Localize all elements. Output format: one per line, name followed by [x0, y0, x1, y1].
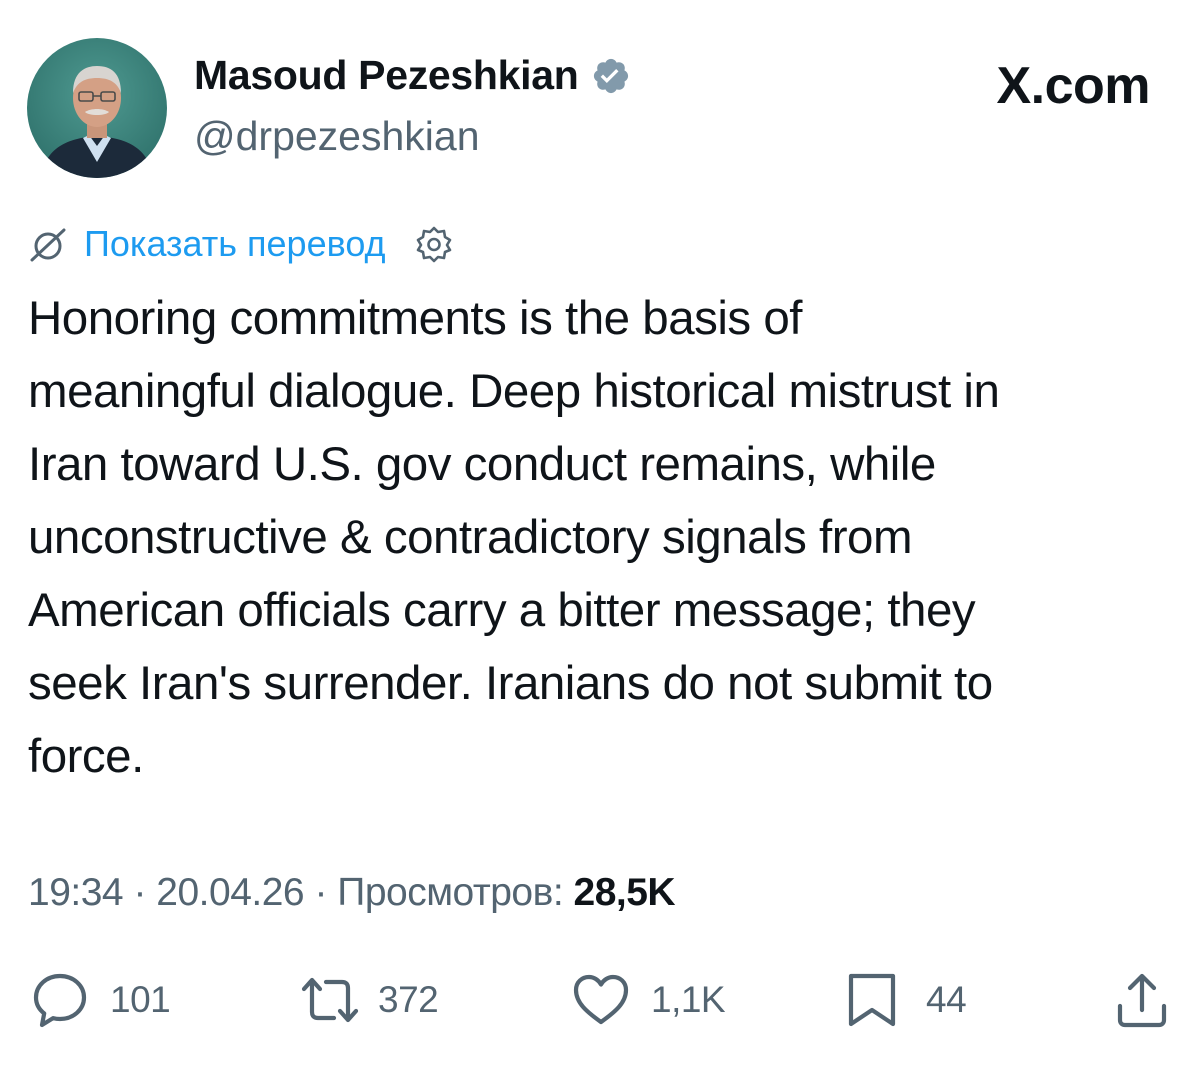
- repost-count: 372: [378, 979, 439, 1020]
- reply-button[interactable]: 101: [28, 965, 171, 1035]
- tweet-date[interactable]: 20.04.26: [156, 871, 304, 914]
- site-label: X.com: [996, 57, 1150, 115]
- translate-globe-slash-icon: [28, 224, 68, 264]
- reply-bubble-icon: [28, 968, 92, 1032]
- views-count: 28,5K: [573, 871, 676, 914]
- bookmark-button[interactable]: 44: [842, 965, 967, 1035]
- show-translation-link[interactable]: Показать перевод: [84, 223, 386, 265]
- verified-badge-icon: [591, 56, 631, 96]
- bookmark-count: 44: [926, 979, 967, 1020]
- repost-arrows-icon: [296, 968, 364, 1032]
- tweet-text-line: meaningful dialogue. Deep historical mis…: [28, 365, 1000, 418]
- reply-count: 101: [110, 979, 171, 1020]
- author-name-row[interactable]: Masoud Pezeshkian: [194, 52, 631, 99]
- meta-separator: ·: [314, 871, 327, 914]
- tweet-text-line: force.: [28, 730, 144, 783]
- like-button[interactable]: 1,1K: [569, 965, 726, 1035]
- tweet-text: Honoring commitments is the basis of mea…: [28, 282, 1178, 793]
- translate-row: Показать перевод: [28, 222, 454, 266]
- tweet-text-line: Iran toward U.S. gov conduct remains, wh…: [28, 438, 936, 491]
- tweet-text-line: American officials carry a bitter messag…: [28, 584, 976, 637]
- author-avatar[interactable]: [27, 38, 167, 178]
- tweet-meta: 19:34 · 20.04.26 · Просмотров: 28,5K: [28, 871, 676, 915]
- views-label: Просмотров:: [337, 871, 564, 914]
- author-name[interactable]: Masoud Pezeshkian: [194, 52, 579, 99]
- bookmark-icon: [842, 968, 902, 1032]
- tweet-text-line: seek Iran's surrender. Iranians do not s…: [28, 657, 993, 710]
- share-button[interactable]: [1110, 965, 1174, 1035]
- tweet-text-line: unconstructive & contradictory signals f…: [28, 511, 913, 564]
- repost-button[interactable]: 372: [296, 965, 439, 1035]
- tweet-text-line: Honoring commitments is the basis of: [28, 292, 802, 345]
- avatar-photo: [27, 38, 167, 178]
- share-upload-icon: [1110, 968, 1174, 1032]
- author-handle[interactable]: @drpezeshkian: [194, 113, 480, 160]
- like-count: 1,1K: [651, 979, 726, 1020]
- heart-icon: [569, 968, 633, 1032]
- action-bar: 101 372 1,1K 44: [0, 965, 1200, 1035]
- tweet-time[interactable]: 19:34: [28, 871, 124, 914]
- meta-separator: ·: [133, 871, 146, 914]
- gear-icon[interactable]: [414, 224, 454, 264]
